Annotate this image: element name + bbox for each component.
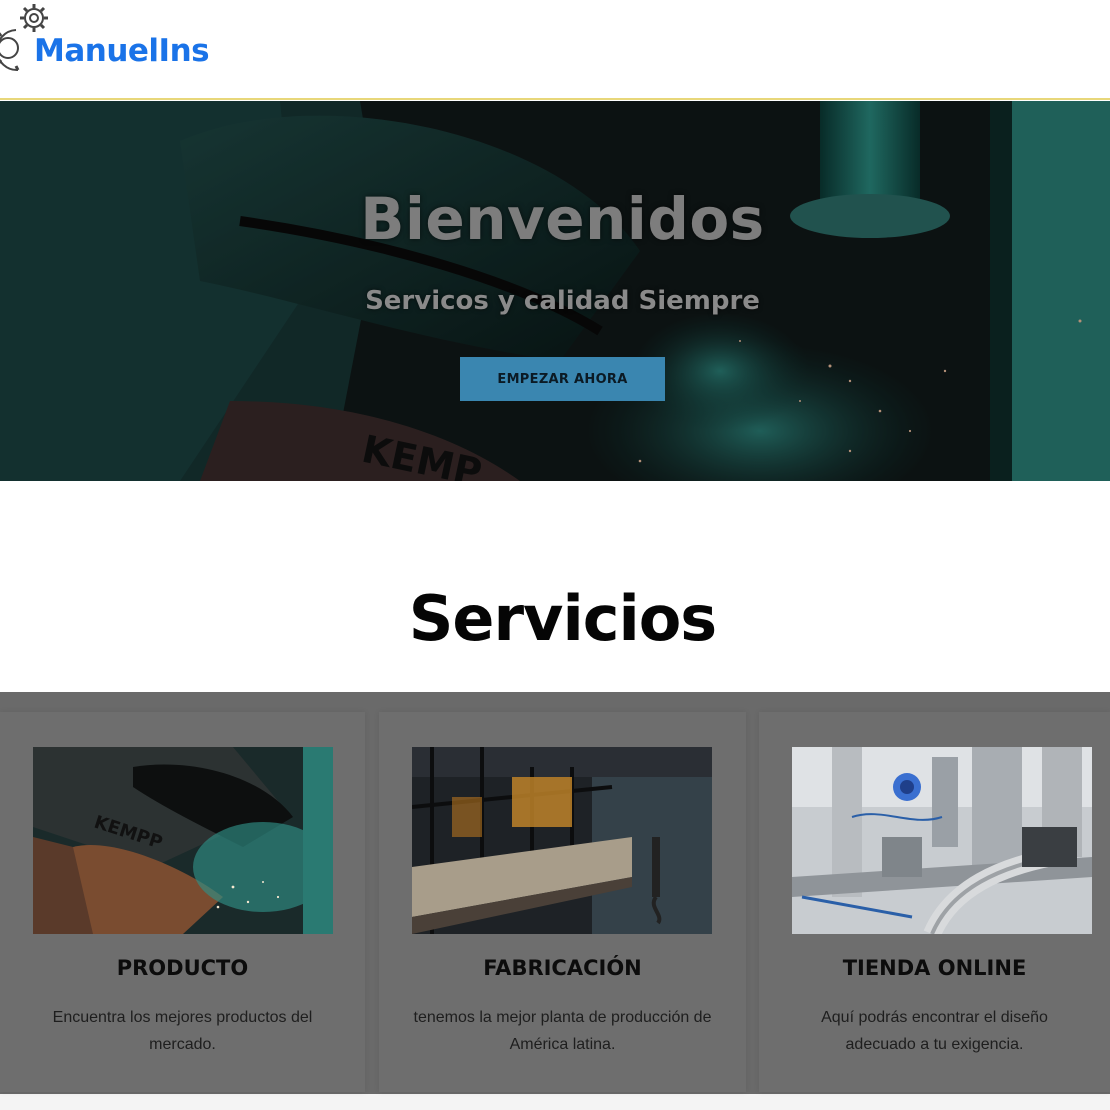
card-title: PRODUCTO — [116, 956, 249, 980]
welding-image: KEMPP — [33, 747, 333, 934]
hero-banner: KEMP Bienvenidos Servicos y calidad Siem… — [0, 101, 1110, 481]
service-card-fabricacion[interactable]: FABRICACIÓN tenemos la mejor planta de p… — [379, 712, 746, 1092]
service-card-producto[interactable]: KEMPP PRODUCTO Encuentra los mejores pro… — [0, 712, 365, 1092]
service-card-tienda-online[interactable]: TIENDA ONLINE Aquí podrás encontrar el d… — [759, 712, 1110, 1092]
hero-title: Bienvenidos — [360, 185, 765, 253]
machinery-image — [792, 747, 1092, 934]
factory-image — [412, 747, 712, 934]
card-text: Aquí podrás encontrar el diseño adecuado… — [821, 1009, 1048, 1053]
card-title: FABRICACIÓN — [483, 956, 642, 980]
card-text: tenemos la mejor planta de producción de… — [413, 1009, 712, 1053]
hero-subtitle: Servicos y calidad Siempre — [365, 286, 760, 316]
card-text: Encuentra los mejores productos del merc… — [52, 1009, 313, 1053]
card-title: TIENDA ONLINE — [842, 956, 1027, 980]
services-title: Servicios — [408, 582, 717, 655]
site-header: ManuelIns — [0, 0, 1110, 100]
get-started-button[interactable]: EMPEZAR AHORA — [460, 357, 665, 401]
logo-text[interactable]: ManuelIns — [34, 33, 210, 69]
band-bottom-divider — [0, 1094, 1110, 1110]
